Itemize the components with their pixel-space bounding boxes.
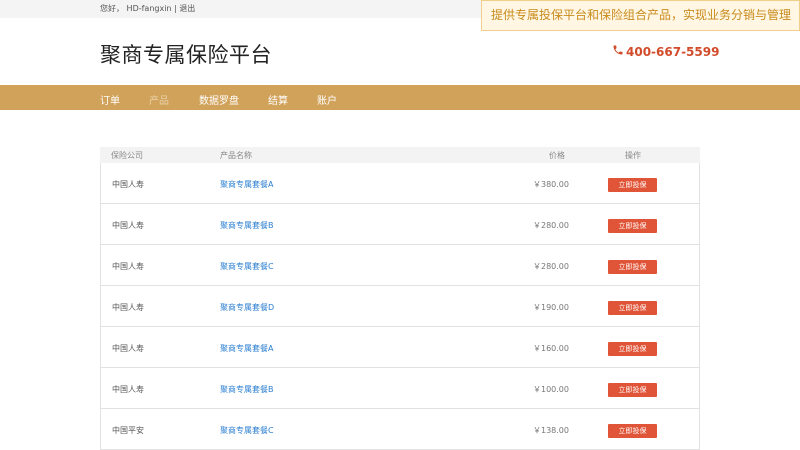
user-greeting: 您好， HD-fangxin | 退出 bbox=[100, 3, 195, 14]
logout-link[interactable]: 退出 bbox=[179, 3, 195, 14]
nav-item-account[interactable]: 账户 bbox=[317, 92, 337, 107]
column-header-company: 保险公司 bbox=[111, 151, 143, 160]
nav-item-products[interactable]: 产品 bbox=[149, 92, 169, 107]
table-row: 中国人寿 聚商专属套餐B ￥280.00 立即投保 bbox=[100, 204, 700, 245]
separator: | bbox=[174, 4, 177, 13]
product-link[interactable]: 聚商专属套餐A bbox=[220, 179, 273, 190]
nav-item-data-compass[interactable]: 数据罗盘 bbox=[199, 92, 239, 107]
price-cell: ￥280.00 bbox=[533, 262, 569, 271]
insure-now-button[interactable]: 立即投保 bbox=[608, 383, 657, 397]
product-table: 保险公司 产品名称 价格 操作 中国人寿 聚商专属套餐A ￥380.00 立即投… bbox=[100, 147, 700, 450]
column-header-price: 价格 bbox=[549, 151, 565, 160]
hotline: 400-667-5599 bbox=[612, 44, 719, 59]
insure-now-button[interactable]: 立即投保 bbox=[608, 424, 657, 438]
table-row: 中国人寿 聚商专属套餐A ￥380.00 立即投保 bbox=[100, 163, 700, 204]
nav-item-settlement[interactable]: 结算 bbox=[268, 92, 288, 107]
main-nav: 订单 产品 数据罗盘 结算 账户 bbox=[0, 85, 800, 110]
table-row: 中国人寿 聚商专属套餐D ￥190.00 立即投保 bbox=[100, 286, 700, 327]
insure-now-button[interactable]: 立即投保 bbox=[608, 260, 657, 274]
table-row: 中国人寿 聚商专属套餐B ￥100.00 立即投保 bbox=[100, 368, 700, 409]
column-header-action: 操作 bbox=[625, 151, 641, 160]
table-row: 中国人寿 聚商专属套餐C ￥280.00 立即投保 bbox=[100, 245, 700, 286]
phone-number: 400-667-5599 bbox=[626, 45, 720, 59]
price-cell: ￥160.00 bbox=[533, 344, 569, 353]
insure-now-button[interactable]: 立即投保 bbox=[608, 301, 657, 315]
insure-now-button[interactable]: 立即投保 bbox=[608, 178, 657, 192]
company-cell: 中国人寿 bbox=[112, 180, 144, 189]
page-header: 聚商专属保险平台 400-667-5599 bbox=[0, 18, 800, 85]
insure-now-button[interactable]: 立即投保 bbox=[608, 342, 657, 356]
table-row: 中国人寿 聚商专属套餐A ￥160.00 立即投保 bbox=[100, 327, 700, 368]
phone-icon bbox=[612, 44, 624, 59]
product-link[interactable]: 聚商专属套餐B bbox=[220, 220, 274, 231]
price-cell: ￥100.00 bbox=[533, 385, 569, 394]
company-cell: 中国人寿 bbox=[112, 303, 144, 312]
site-title: 聚商专属保险平台 bbox=[100, 43, 272, 67]
table-header: 保险公司 产品名称 价格 操作 bbox=[100, 147, 700, 163]
username: HD-fangxin bbox=[126, 4, 172, 13]
greeting-text: 您好， bbox=[100, 4, 124, 13]
column-header-product: 产品名称 bbox=[220, 151, 252, 160]
company-cell: 中国人寿 bbox=[112, 385, 144, 394]
product-link[interactable]: 聚商专属套餐D bbox=[220, 302, 274, 313]
table-row: 中国平安 聚商专属套餐C ￥138.00 立即投保 bbox=[100, 409, 700, 450]
company-cell: 中国人寿 bbox=[112, 221, 144, 230]
price-cell: ￥280.00 bbox=[533, 221, 569, 230]
product-link[interactable]: 聚商专属套餐B bbox=[220, 384, 274, 395]
company-cell: 中国人寿 bbox=[112, 344, 144, 353]
product-link[interactable]: 聚商专属套餐C bbox=[220, 261, 274, 272]
company-cell: 中国平安 bbox=[112, 426, 144, 435]
price-cell: ￥138.00 bbox=[533, 426, 569, 435]
price-cell: ￥190.00 bbox=[533, 303, 569, 312]
insure-now-button[interactable]: 立即投保 bbox=[608, 219, 657, 233]
product-link[interactable]: 聚商专属套餐A bbox=[220, 343, 273, 354]
product-link[interactable]: 聚商专属套餐C bbox=[220, 425, 274, 436]
company-cell: 中国人寿 bbox=[112, 262, 144, 271]
price-cell: ￥380.00 bbox=[533, 180, 569, 189]
nav-item-orders[interactable]: 订单 bbox=[100, 92, 120, 107]
